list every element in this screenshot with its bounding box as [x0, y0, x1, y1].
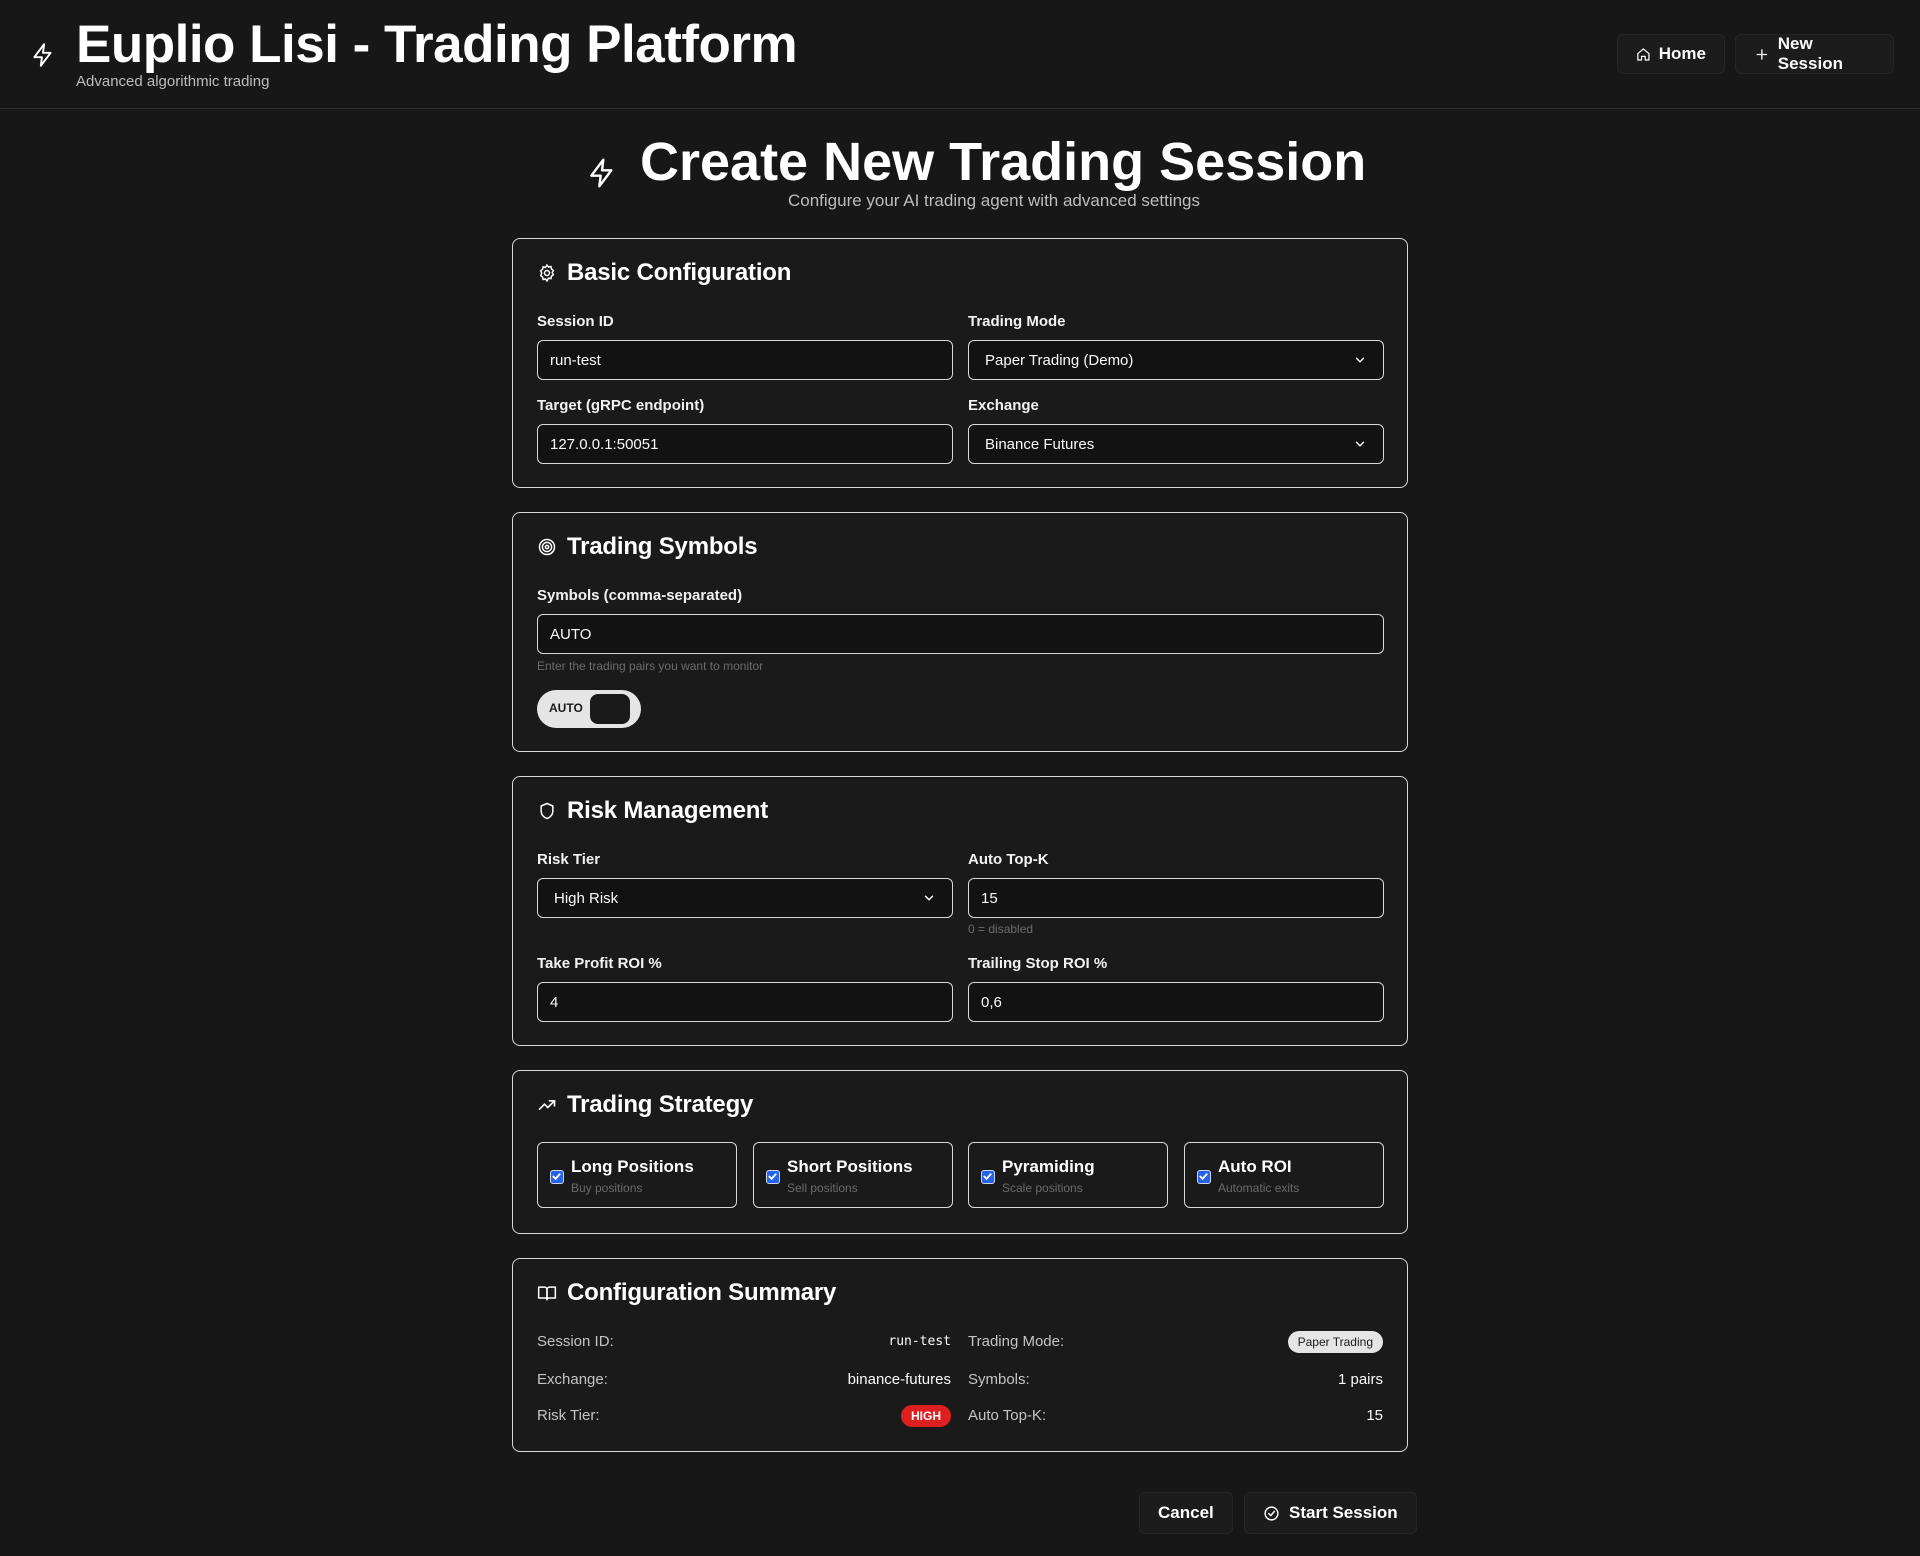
trading-strategy-card: Trading Strategy Long Positions Buy posi… [512, 1070, 1408, 1234]
option-title: Auto ROI [1218, 1157, 1292, 1176]
checkbox-auto-roi[interactable] [1197, 1170, 1211, 1184]
risk-tier-badge: HIGH [901, 1405, 951, 1427]
exchange-label: Exchange [968, 397, 1039, 414]
chevron-down-icon [924, 895, 934, 901]
auto-topk-hint: 0 = disabled [968, 922, 1034, 936]
paper-trading-badge: Paper Trading [1287, 1331, 1383, 1353]
checkbox-short[interactable] [766, 1170, 780, 1184]
strategy-option-short[interactable]: Short Positions Sell positions [753, 1142, 953, 1208]
page-subtitle: Configure your AI trading agent with adv… [787, 191, 1201, 210]
configuration-summary-card: Configuration Summary Session ID: run-te… [512, 1258, 1408, 1452]
option-title: Short Positions [787, 1157, 913, 1176]
new-session-button[interactable]: New Session [1735, 34, 1894, 74]
book-icon [537, 1286, 557, 1301]
card-title: Configuration Summary [567, 1279, 837, 1306]
trading-mode-value: Paper Trading (Demo) [985, 351, 1134, 369]
summary-session-id-label: Session ID: [537, 1333, 614, 1350]
app-subtitle: Advanced algorithmic trading [76, 73, 270, 90]
target-icon [538, 538, 556, 556]
home-button[interactable]: Home [1617, 34, 1725, 74]
exchange-select[interactable]: Binance Futures [968, 424, 1384, 464]
session-id-label: Session ID [537, 313, 614, 330]
summary-session-id-value: run-test [888, 1334, 951, 1349]
start-session-button[interactable]: Start Session [1244, 1492, 1417, 1534]
summary-symbols-label: Symbols: [968, 1371, 1030, 1388]
home-icon [1637, 47, 1650, 61]
chevron-down-icon [1355, 441, 1365, 447]
summary-exchange-label: Exchange: [537, 1371, 608, 1388]
auto-topk-label: Auto Top-K [968, 851, 1049, 868]
checkbox-long[interactable] [550, 1170, 564, 1184]
card-title: Basic Configuration [567, 259, 792, 286]
option-subtitle: Sell positions [787, 1181, 858, 1195]
summary-topk-value: 15 [1366, 1407, 1383, 1424]
auto-symbols-toggle[interactable]: AUTO [537, 690, 641, 728]
option-subtitle: Buy positions [571, 1181, 643, 1195]
checkbox-pyramiding[interactable] [981, 1170, 995, 1184]
trending-up-icon [538, 1100, 556, 1110]
risk-tier-select[interactable]: High Risk [537, 878, 953, 918]
new-session-button-label: New Session [1777, 34, 1843, 73]
summary-trading-mode-label: Trading Mode: [968, 1333, 1065, 1350]
plus-icon [1756, 48, 1768, 60]
trading-mode-label: Trading Mode [968, 313, 1066, 330]
basic-configuration-card: Basic Configuration Session ID run-test … [512, 238, 1408, 488]
strategy-option-long[interactable]: Long Positions Buy positions [537, 1142, 737, 1208]
trading-symbols-card: Trading Symbols Symbols (comma-separated… [512, 512, 1408, 752]
summary-risk-tier-label: Risk Tier: [537, 1407, 600, 1424]
option-title: Long Positions [571, 1157, 694, 1176]
lightning-icon [590, 158, 613, 188]
start-session-button-label: Start Session [1289, 1503, 1398, 1522]
summary-symbols-value: 1 pairs [1337, 1371, 1383, 1388]
target-input[interactable]: 127.0.0.1:50051 [537, 424, 953, 464]
page-heading: Create New Trading Session Configure you… [0, 128, 1920, 218]
symbols-label: Symbols (comma-separated) [537, 587, 743, 604]
target-label: Target (gRPC endpoint) [537, 397, 705, 414]
risk-tier-label: Risk Tier [537, 851, 601, 868]
lightning-icon [33, 43, 52, 67]
gear-icon [539, 263, 555, 283]
card-title: Trading Strategy [567, 1091, 754, 1118]
summary-exchange-value: binance-futures [847, 1371, 951, 1388]
auto-topk-input[interactable]: 15 [968, 878, 1384, 918]
app-header: Euplio Lisi - Trading Platform Advanced … [0, 0, 1920, 109]
chevron-down-icon [1355, 357, 1365, 363]
check-icon [1199, 1173, 1208, 1181]
shield-icon [540, 802, 554, 820]
symbols-input[interactable]: AUTO [537, 614, 1384, 654]
summary-topk-label: Auto Top-K: [968, 1407, 1047, 1424]
option-subtitle: Automatic exits [1218, 1181, 1300, 1195]
option-subtitle: Scale positions [1002, 1181, 1083, 1195]
check-circle-icon [1264, 1505, 1279, 1521]
check-icon [552, 1173, 561, 1181]
check-icon [983, 1173, 992, 1181]
take-profit-label: Take Profit ROI % [537, 955, 662, 972]
option-title: Pyramiding [1002, 1157, 1095, 1176]
exchange-value: Binance Futures [985, 435, 1095, 453]
session-id-input[interactable]: run-test [537, 340, 953, 380]
trailing-stop-input[interactable]: 0,6 [968, 982, 1384, 1022]
trading-mode-select[interactable]: Paper Trading (Demo) [968, 340, 1384, 380]
app-title: Euplio Lisi - Trading Platform [76, 15, 798, 74]
strategy-option-auto-roi[interactable]: Auto ROI Automatic exits [1184, 1142, 1384, 1208]
page-title: Create New Trading Session [640, 132, 1367, 192]
cancel-button-label: Cancel [1158, 1503, 1214, 1522]
risk-management-card: Risk Management Risk Tier High Risk Auto… [512, 776, 1408, 1046]
home-button-label: Home [1658, 44, 1706, 63]
strategy-option-pyramiding[interactable]: Pyramiding Scale positions [968, 1142, 1168, 1208]
trailing-stop-label: Trailing Stop ROI % [968, 955, 1108, 972]
toggle-label: AUTO [549, 701, 583, 715]
check-icon [768, 1173, 777, 1181]
symbols-hint: Enter the trading pairs you want to moni… [537, 659, 764, 673]
cancel-button[interactable]: Cancel [1139, 1492, 1233, 1534]
risk-tier-value: High Risk [554, 889, 619, 907]
take-profit-input[interactable]: 4 [537, 982, 953, 1022]
toggle-knob [590, 694, 630, 724]
card-title: Risk Management [567, 797, 769, 824]
card-title: Trading Symbols [567, 533, 758, 560]
